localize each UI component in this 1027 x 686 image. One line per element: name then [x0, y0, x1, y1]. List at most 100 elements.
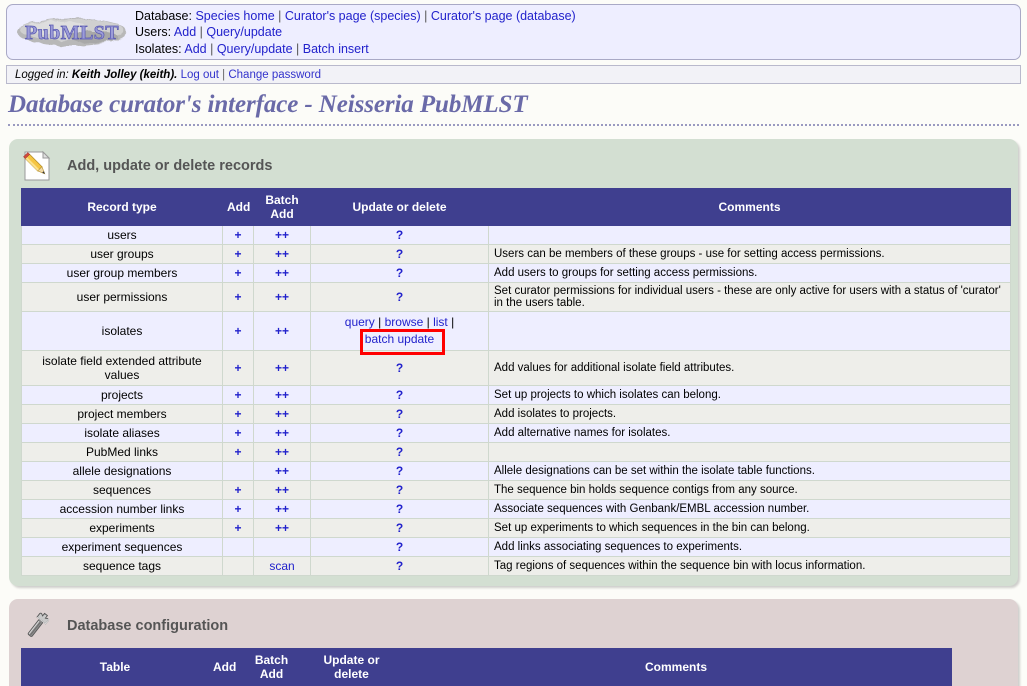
batch-add-link[interactable]: ++ — [275, 290, 289, 304]
add-link[interactable]: + — [234, 228, 241, 242]
batch-add-cell[interactable]: ++ — [253, 480, 311, 500]
add-link[interactable]: + — [234, 483, 241, 497]
batch-add-link[interactable]: ++ — [275, 361, 289, 375]
nav-link-users-add[interactable]: Add — [174, 25, 196, 39]
add-link[interactable]: + — [234, 445, 241, 459]
logout-link[interactable]: Log out — [181, 69, 219, 81]
update-delete-link[interactable]: ? — [396, 559, 403, 573]
link-separator: | — [447, 315, 455, 329]
add-link[interactable]: + — [234, 502, 241, 516]
nav-link-curators-page-database[interactable]: Curator's page (database) — [431, 9, 576, 23]
update-delete-link[interactable]: ? — [396, 407, 403, 421]
pubmlst-logo: PubMLST — [13, 12, 131, 52]
add-link[interactable]: + — [234, 361, 241, 375]
add-cell[interactable]: + — [222, 480, 254, 500]
batch-add-link[interactable]: ++ — [275, 324, 289, 338]
add-cell[interactable]: + — [222, 350, 254, 386]
add-cell[interactable]: + — [222, 442, 254, 462]
update-delete-link[interactable]: ? — [396, 426, 403, 440]
add-cell[interactable]: + — [222, 244, 254, 264]
batch-add-cell[interactable]: scan — [253, 556, 311, 576]
batch-add-link[interactable]: ++ — [275, 228, 289, 242]
batch-add-cell[interactable]: ++ — [253, 499, 311, 519]
update-delete-link[interactable]: ? — [396, 464, 403, 478]
record-type-cell: PubMed links — [21, 442, 223, 462]
add-cell[interactable]: + — [222, 518, 254, 538]
batch-add-cell[interactable]: ++ — [253, 518, 311, 538]
comment-cell — [488, 311, 1011, 351]
add-link[interactable]: + — [234, 521, 241, 535]
update-delete-link[interactable]: ? — [396, 247, 403, 261]
add-cell[interactable]: + — [222, 499, 254, 519]
add-cell — [222, 556, 254, 576]
add-cell[interactable]: + — [222, 385, 254, 405]
nav-link-species-home[interactable]: Species home — [195, 9, 274, 23]
comment-cell: The sequence bin holds sequence contigs … — [488, 480, 1011, 500]
header-add: Add — [222, 188, 254, 226]
link-separator: | — [423, 315, 434, 329]
add-cell[interactable]: + — [222, 263, 254, 283]
batch-add-link[interactable]: ++ — [275, 483, 289, 497]
update-delete-link[interactable]: ? — [396, 502, 403, 516]
update-link-browse[interactable]: browse — [385, 315, 424, 329]
add-link[interactable]: + — [234, 324, 241, 338]
update-delete-link[interactable]: ? — [396, 540, 403, 554]
comment-cell: Associate sequences with Genbank/EMBL ac… — [488, 499, 1011, 519]
batch-add-cell[interactable]: ++ — [253, 225, 311, 245]
add-link[interactable]: + — [234, 290, 241, 304]
update-or-delete-cell: ? — [310, 480, 489, 500]
update-delete-link[interactable]: ? — [396, 521, 403, 535]
update-delete-link[interactable]: ? — [396, 228, 403, 242]
batch-add-cell[interactable]: ++ — [253, 350, 311, 386]
batch-add-link[interactable]: ++ — [275, 247, 289, 261]
add-cell[interactable]: + — [222, 423, 254, 443]
nav-link-curators-page-species[interactable]: Curator's page (species) — [285, 9, 421, 23]
update-or-delete-cell: ? — [310, 423, 489, 443]
batch-add-cell[interactable]: ++ — [253, 311, 311, 351]
update-delete-link[interactable]: ? — [396, 266, 403, 280]
update-delete-link[interactable]: ? — [396, 290, 403, 304]
batch-add-link[interactable]: ++ — [275, 407, 289, 421]
batch-add-cell[interactable]: ++ — [253, 244, 311, 264]
record-type-cell: isolate field extended attribute values — [21, 350, 223, 386]
batch-add-link[interactable]: ++ — [275, 521, 289, 535]
batch-add-cell[interactable]: ++ — [253, 423, 311, 443]
add-link[interactable]: + — [234, 266, 241, 280]
nav-link-isolates-batch-insert[interactable]: Batch insert — [303, 42, 369, 56]
add-cell[interactable]: + — [222, 225, 254, 245]
batch-add-cell[interactable]: ++ — [253, 282, 311, 312]
batch-add-link[interactable]: ++ — [275, 464, 289, 478]
nav-link-users-query-update[interactable]: Query/update — [206, 25, 282, 39]
batch-add-cell[interactable]: ++ — [253, 442, 311, 462]
table-row: isolates + ++ query | browse | list | batch… — [21, 311, 1011, 351]
add-link[interactable]: + — [234, 388, 241, 402]
add-link[interactable]: + — [234, 426, 241, 440]
nav-link-isolates-add[interactable]: Add — [184, 42, 206, 56]
update-delete-link[interactable]: ? — [396, 445, 403, 459]
batch-add-link[interactable]: ++ — [275, 426, 289, 440]
update-delete-link[interactable]: ? — [396, 483, 403, 497]
add-cell[interactable]: + — [222, 404, 254, 424]
batch-add-link[interactable]: ++ — [275, 266, 289, 280]
batch-add-cell[interactable]: ++ — [253, 404, 311, 424]
add-link[interactable]: + — [234, 407, 241, 421]
update-delete-link[interactable]: ? — [396, 388, 403, 402]
update-link-query[interactable]: query — [345, 315, 375, 329]
batch-add-cell[interactable]: ++ — [253, 263, 311, 283]
batch-add-link[interactable]: ++ — [275, 388, 289, 402]
batch-add-link[interactable]: ++ — [275, 445, 289, 459]
record-type-cell: projects — [21, 385, 223, 405]
batch-add-cell[interactable]: ++ — [253, 385, 311, 405]
nav-link-isolates-query-update[interactable]: Query/update — [217, 42, 293, 56]
scan-link[interactable]: scan — [269, 559, 294, 573]
batch-add-cell[interactable]: ++ — [253, 461, 311, 481]
add-link[interactable]: + — [234, 247, 241, 261]
update-link-list[interactable]: list — [433, 315, 448, 329]
update-delete-link[interactable]: ? — [396, 361, 403, 375]
update-link-batch-update[interactable]: batch update — [365, 332, 434, 346]
add-cell[interactable]: + — [222, 311, 254, 351]
add-cell[interactable]: + — [222, 282, 254, 312]
batch-add-link[interactable]: ++ — [275, 502, 289, 516]
comment-cell: Add alternative names for isolates. — [488, 423, 1011, 443]
change-password-link[interactable]: Change password — [228, 69, 321, 81]
